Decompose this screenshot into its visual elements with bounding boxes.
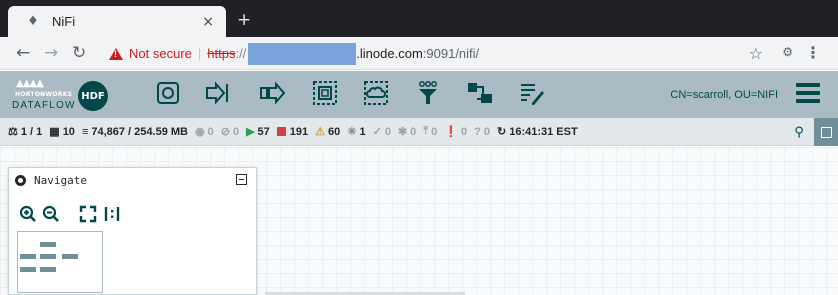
navigate-title: Navigate xyxy=(34,174,87,187)
disabled-icon: ✳ xyxy=(347,126,357,138)
active-threads: ▦ 10 xyxy=(49,125,75,139)
url-path: :9091/nifi/ xyxy=(422,46,480,61)
cluster-status: ⚖ 1 / 1 xyxy=(8,125,43,139)
birdseye-component xyxy=(20,254,36,259)
bulletin-board-icon[interactable] xyxy=(814,118,838,146)
invalid-count: ⚠ 60 xyxy=(315,125,341,139)
fit-screen-icon[interactable] xyxy=(79,205,97,223)
tab-title: NiFi xyxy=(52,14,76,29)
browser-tab[interactable]: ♦ NiFi × xyxy=(8,6,226,37)
output-port-icon[interactable] xyxy=(258,79,286,107)
collapse-icon[interactable] xyxy=(236,174,247,185)
up-to-date-count: ✓ 0 xyxy=(372,125,391,139)
stopped-count: 191 xyxy=(276,126,308,138)
remote-process-group-icon[interactable] xyxy=(362,79,390,107)
birdseye-component xyxy=(40,254,56,259)
browser-toolbar: ← → ↻ Not secure | https :// .linode.com… xyxy=(0,37,838,70)
sync-failure-count: ? 0 xyxy=(474,125,490,138)
stop-icon xyxy=(276,127,286,136)
address-bar[interactable]: Not secure | https :// .linode.com :9091… xyxy=(100,41,830,66)
nifi-drop-icon: ♦ xyxy=(27,13,39,29)
browser-tab-strip: ♦ NiFi × + xyxy=(0,0,838,37)
url-host: .linode.com xyxy=(356,46,423,61)
arrow-up-circle-icon: ⤒ xyxy=(423,125,429,137)
global-menu-icon[interactable] xyxy=(796,83,820,105)
transmitting-count: ◉ 0 xyxy=(194,125,214,139)
extension-icon[interactable]: ⚙ xyxy=(782,45,793,59)
stale-count: ⤒ 0 xyxy=(423,125,438,138)
threads-icon: ▦ xyxy=(49,126,60,138)
disabled-count: ✳ 1 xyxy=(347,125,366,139)
search-icon[interactable]: ⚲ xyxy=(788,121,810,143)
warning-icon: ⚠ xyxy=(315,126,326,138)
last-refreshed[interactable]: ↻ 16:41:31 EST xyxy=(497,125,578,139)
redacted-hostname xyxy=(248,42,357,65)
birdseye-view[interactable] xyxy=(17,231,103,293)
birdseye-component xyxy=(62,254,78,259)
warning-icon xyxy=(109,47,123,60)
exclamation-circle-icon: ❗ xyxy=(444,126,458,138)
input-port-icon[interactable] xyxy=(204,79,232,107)
check-icon: ✓ xyxy=(372,126,382,138)
flow-status-bar: ⚖ 1 / 1 ▦ 10 ≡ 74,867 / 254.59 MB ◉ 0 ⊘ 0 ▶ 57… xyxy=(0,118,838,146)
url-slashes: :// xyxy=(235,46,247,61)
brand-line: HORTONWORKS xyxy=(15,91,73,98)
birdseye-component xyxy=(40,242,56,247)
new-tab-button[interactable]: + xyxy=(237,10,251,30)
modified-stale-count: ❗ 0 xyxy=(444,125,468,139)
play-icon: ▶ xyxy=(246,126,255,138)
process-group-icon[interactable] xyxy=(311,79,339,107)
url-scheme: https xyxy=(207,46,236,61)
navigate-panel: Navigate xyxy=(8,167,257,295)
current-user[interactable]: CN=scarroll, OU=NIFI xyxy=(670,89,778,101)
back-arrow-icon[interactable]: ← xyxy=(16,44,30,62)
close-tab-icon[interactable]: × xyxy=(202,14,214,30)
locally-modified-count: ✱ 0 xyxy=(397,125,417,139)
running-count: ▶ 57 xyxy=(246,125,270,139)
nifi-header: ▲▲▲▲ HORTONWORKS DATAFLOW HDF CN=scarrol… xyxy=(0,71,838,118)
template-icon[interactable] xyxy=(466,79,494,107)
not-transmitting-count: ⊘ 0 xyxy=(220,125,240,139)
processor-icon[interactable] xyxy=(154,79,182,107)
question-icon: ? xyxy=(474,125,481,138)
forward-arrow-icon[interactable]: → xyxy=(44,44,58,62)
transmitting-icon: ◉ xyxy=(194,126,205,138)
birdseye-component xyxy=(20,267,36,272)
not-transmitting-icon: ⊘ xyxy=(220,126,230,138)
divider: | xyxy=(197,46,202,61)
refresh-icon[interactable]: ↻ xyxy=(497,125,506,138)
asterisk-icon: ✱ xyxy=(397,126,408,138)
funnel-icon[interactable] xyxy=(414,79,442,107)
actual-size-icon[interactable] xyxy=(103,205,121,223)
bookmark-star-icon[interactable]: ☆ xyxy=(749,44,763,63)
birdseye-component xyxy=(40,267,56,272)
queued-data: ≡ 74,867 / 254.59 MB xyxy=(81,125,188,138)
elephants-icon: ▲▲▲▲ xyxy=(16,78,44,89)
browser-menu-icon[interactable]: ⋮ xyxy=(805,43,821,62)
zoom-out-icon[interactable] xyxy=(42,205,60,223)
cluster-icon: ⚖ xyxy=(8,126,18,138)
product-line: DATAFLOW xyxy=(12,100,76,111)
hdf-badge: HDF xyxy=(78,81,108,111)
navigate-header: Navigate xyxy=(9,168,256,192)
security-indicator[interactable]: Not secure xyxy=(129,46,192,61)
label-icon[interactable] xyxy=(518,79,546,107)
hdf-logo: ▲▲▲▲ HORTONWORKS DATAFLOW HDF xyxy=(12,78,112,112)
zoom-in-icon[interactable] xyxy=(19,205,37,223)
compass-icon xyxy=(15,175,26,186)
reload-icon[interactable]: ↻ xyxy=(72,44,86,62)
queue-icon: ≡ xyxy=(81,125,89,138)
